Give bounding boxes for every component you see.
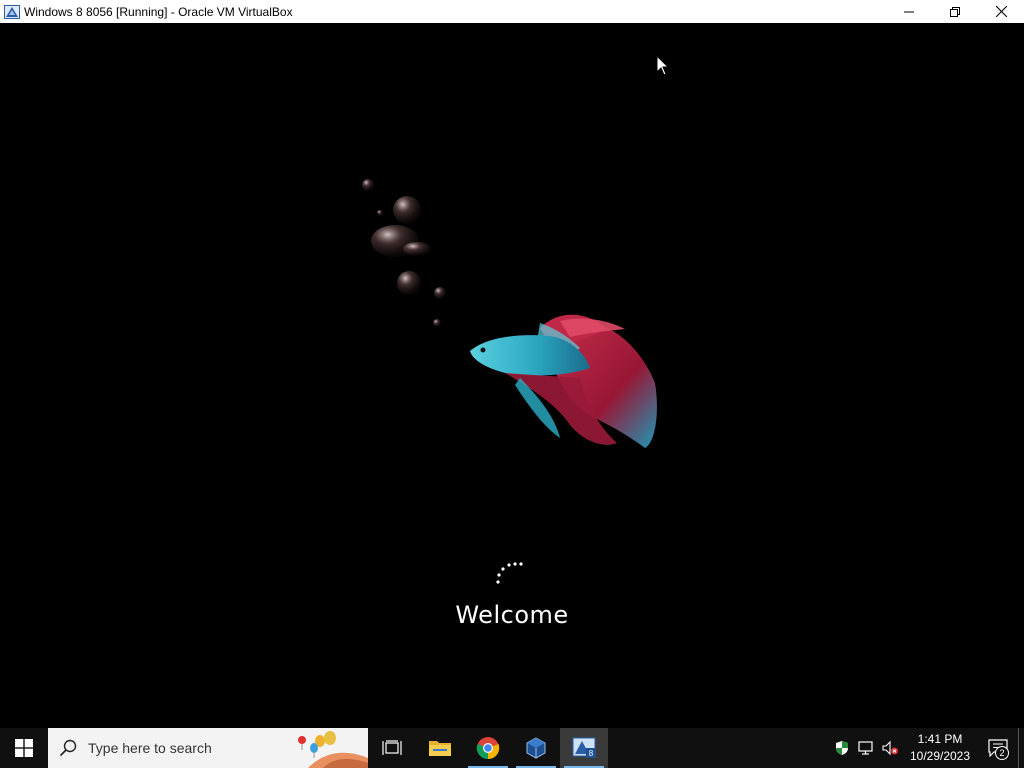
search-highlight-balloons-art (298, 731, 368, 768)
tray-volume[interactable] (878, 728, 902, 768)
virtualbox-icon (526, 737, 546, 759)
taskbar: Type here to search 8 1:41 PM 10/29/2023… (0, 728, 1024, 768)
network-icon (858, 741, 873, 755)
restore-icon (950, 6, 960, 17)
minimize-button[interactable] (886, 0, 932, 23)
svg-text:8: 8 (589, 749, 594, 758)
search-icon-wrap (48, 728, 88, 768)
taskbar-clock[interactable]: 1:41 PM 10/29/2023 (902, 728, 978, 768)
taskbar-virtualbox-manager[interactable] (512, 728, 560, 768)
taskbar-chrome[interactable] (464, 728, 512, 768)
system-tray: 1:41 PM 10/29/2023 2 (830, 728, 1024, 768)
virtualbox-icon (4, 4, 20, 20)
action-center-button[interactable]: 2 (978, 728, 1018, 768)
taskbar-search-box[interactable]: Type here to search (48, 728, 368, 768)
betta-fish-art (362, 179, 657, 448)
clock-time: 1:41 PM (917, 732, 963, 746)
tray-defender[interactable] (830, 728, 854, 768)
virtualbox-vm-icon: 8 (572, 737, 596, 758)
loading-dots-icon (496, 562, 523, 584)
defender-shield-icon (836, 741, 848, 755)
taskbar-virtualbox-vm[interactable]: 8 (560, 728, 608, 768)
close-icon (995, 6, 1007, 17)
window-titlebar[interactable]: Windows 8 8056 [Running] - Oracle VM Vir… (0, 0, 1024, 23)
taskbar-file-explorer[interactable] (416, 728, 464, 768)
close-button[interactable] (978, 0, 1024, 23)
taskbar-task-view[interactable] (368, 728, 416, 768)
clock-date: 10/29/2023 (909, 749, 971, 763)
show-desktop-button[interactable] (1018, 728, 1024, 768)
windows-logo-icon (15, 739, 33, 757)
chrome-icon (476, 737, 500, 760)
volume-muted-icon (882, 740, 898, 756)
folder-icon (429, 741, 451, 756)
notification-count-badge: 2 (995, 746, 1009, 760)
vm-display[interactable]: Welcome (0, 23, 1024, 728)
tray-network[interactable] (854, 728, 878, 768)
search-icon (59, 739, 77, 757)
window-title: Windows 8 8056 [Running] - Oracle VM Vir… (24, 4, 293, 19)
minimize-icon (904, 11, 914, 12)
mouse-pointer-icon (656, 55, 670, 76)
search-placeholder: Type here to search (88, 740, 212, 756)
welcome-status-text: Welcome (455, 601, 569, 629)
restore-button[interactable] (932, 0, 978, 23)
window-controls (886, 0, 1024, 23)
task-view-icon (382, 740, 402, 755)
start-button[interactable] (0, 728, 48, 768)
